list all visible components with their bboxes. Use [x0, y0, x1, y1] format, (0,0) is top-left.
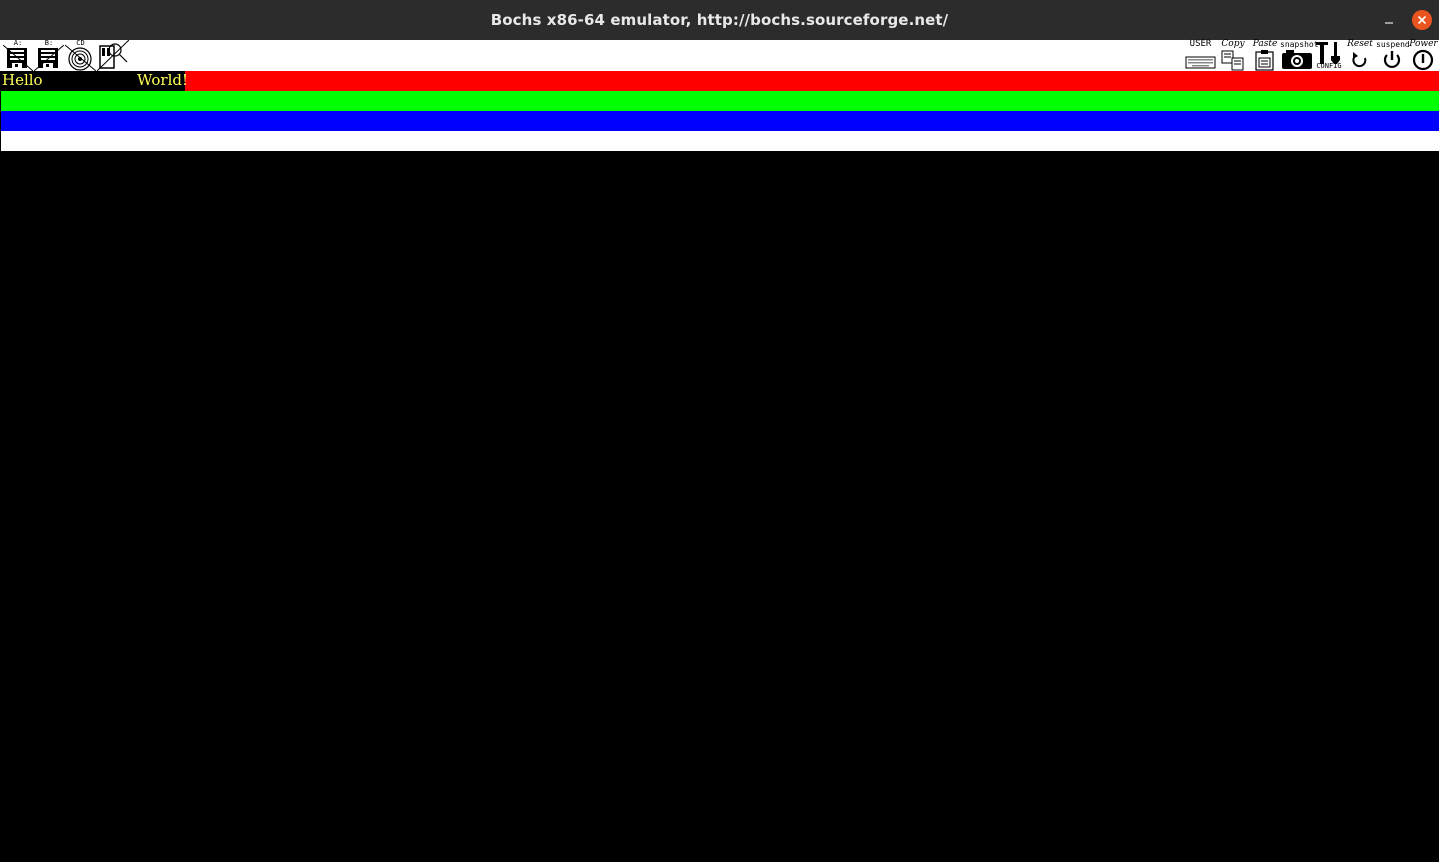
bochs-window: Bochs x86-64 emulator, http://bochs.sour… [0, 0, 1439, 862]
power-button[interactable]: Power [1408, 40, 1439, 71]
config-button[interactable]: CONFIG [1314, 40, 1344, 71]
emulator-screen[interactable]: Hello World! [0, 71, 1439, 862]
screen-text-hello: Hello [2, 71, 43, 89]
floppy-a-button[interactable]: A: [3, 40, 33, 71]
camera-icon [1282, 50, 1312, 69]
reset-button[interactable]: Reset [1345, 40, 1375, 71]
usb-button[interactable] [97, 40, 129, 71]
window-title: Bochs x86-64 emulator, http://bochs.sour… [490, 11, 949, 29]
screen-text-world: World! [137, 71, 189, 89]
cdrom-icon [65, 45, 96, 71]
copy-icon [1221, 50, 1244, 71]
floppy-icon [34, 45, 64, 71]
suspend-label: suspend [1376, 40, 1410, 49]
reset-icon [1352, 52, 1367, 68]
copy-button[interactable]: Copy [1218, 40, 1248, 71]
minimize-icon [1385, 22, 1393, 24]
user-label: USER [1189, 39, 1212, 49]
copy-label: Copy [1221, 39, 1245, 49]
paste-icon [1255, 50, 1274, 71]
close-icon [1417, 15, 1427, 25]
usb-icon [97, 40, 129, 71]
title-bar: Bochs x86-64 emulator, http://bochs.sour… [0, 0, 1439, 40]
user-button[interactable]: USER [1184, 40, 1217, 71]
close-button[interactable] [1412, 10, 1432, 30]
screen-text-row: Hello World! [1, 71, 189, 91]
config-label: CONFIG [1316, 62, 1342, 70]
minimize-button[interactable] [1379, 10, 1399, 30]
suspend-button[interactable]: suspend [1376, 40, 1410, 71]
paste-button[interactable]: Paste [1250, 40, 1280, 71]
keyboard-icon [1185, 56, 1216, 69]
bochs-toolbar: A: B: CD USER Copy Paste snapshot CONFIG… [0, 40, 1439, 71]
reset-label: Reset [1347, 39, 1373, 49]
snapshot-button[interactable]: snapshot [1280, 40, 1319, 71]
paste-label: Paste [1252, 39, 1278, 49]
floppy-icon [3, 45, 33, 71]
stripe-green [1, 91, 1439, 111]
stripe-red [1, 71, 1439, 91]
suspend-icon [1383, 51, 1401, 68]
power-icon [1412, 49, 1434, 71]
stripe-white [1, 131, 1439, 151]
cdrom-button[interactable]: CD [65, 40, 96, 71]
floppy-b-button[interactable]: B: [34, 40, 64, 71]
stripe-blue [1, 111, 1439, 131]
